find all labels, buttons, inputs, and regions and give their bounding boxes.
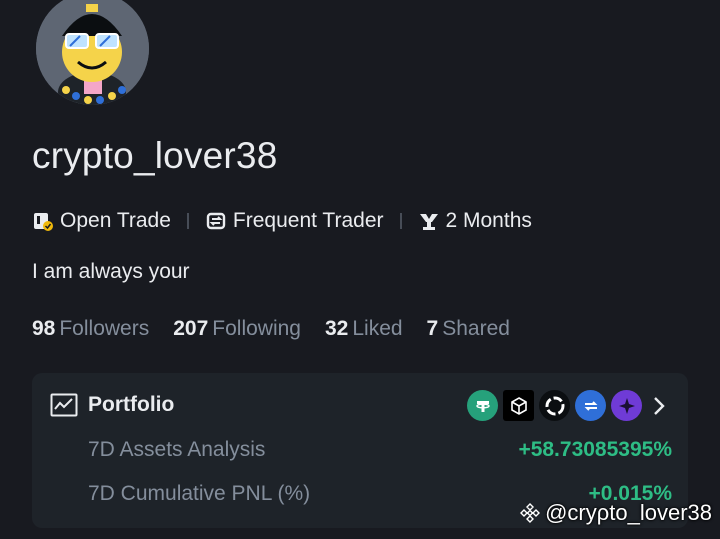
stat-label: Shared	[442, 317, 510, 340]
frequent-trader-label: Frequent Trader	[232, 209, 384, 232]
swirl-coin-icon	[575, 390, 606, 421]
username: crypto_lover38	[32, 135, 278, 176]
open-trade-icon	[34, 213, 53, 231]
open-trade-label: Open Trade	[60, 209, 171, 232]
star-coin-icon	[611, 390, 642, 421]
stat-shared[interactable]: 7 Shared	[427, 317, 510, 341]
stat-value: 32	[324, 317, 349, 340]
ring-coin-icon	[539, 390, 570, 421]
chevron-right-icon[interactable]	[652, 396, 666, 416]
assets-analysis-row: 7D Assets Analysis +58.73085395%	[88, 438, 672, 462]
stat-following[interactable]: 207 Following	[173, 317, 301, 341]
open-trade-badge[interactable]: Open Trade	[32, 209, 171, 233]
stat-label: Followers	[59, 317, 150, 340]
row-label: 7D Cumulative PNL (%)	[88, 482, 311, 505]
trophy-icon	[419, 214, 438, 230]
stat-liked[interactable]: 32 Liked	[325, 317, 403, 341]
binance-logo-icon	[520, 503, 541, 523]
row-value: +58.73085395%	[518, 438, 672, 461]
stat-label: Liked	[352, 317, 403, 340]
row-label: 7D Assets Analysis	[88, 438, 266, 461]
months-badge[interactable]: 2 Months	[418, 209, 532, 233]
avatar[interactable]	[36, 0, 149, 105]
bio-text: I am always your	[32, 260, 190, 283]
portfolio-title: Portfolio	[88, 393, 175, 416]
stat-value: 7	[426, 317, 439, 340]
watermark-handle: @cryρto_lover38	[545, 500, 712, 525]
chart-icon	[50, 393, 78, 417]
portfolio-coins[interactable]	[462, 390, 666, 421]
frequent-trader-badge[interactable]: Frequent Trader	[205, 209, 384, 233]
portfolio-header: Portfolio	[50, 393, 174, 417]
tether-coin-icon	[467, 390, 498, 421]
trader-badges: Open Trade Frequent Trader 2 Months	[32, 205, 532, 237]
divider	[399, 213, 402, 229]
frequent-trader-icon	[206, 212, 226, 230]
stat-value: 207	[173, 317, 209, 340]
divider	[186, 213, 189, 229]
watermark: @cryρto_lover38	[519, 500, 712, 526]
stat-followers[interactable]: 98 Followers	[32, 317, 149, 341]
stat-value: 98	[32, 317, 56, 340]
smiley-sunglasses-avatar-icon	[36, 0, 149, 105]
profile-stats: 98 Followers 207 Following 32 Liked 7 Sh…	[32, 317, 534, 341]
cube-coin-icon	[503, 390, 534, 421]
months-label: 2 Months	[445, 209, 532, 232]
stat-label: Following	[212, 317, 301, 340]
